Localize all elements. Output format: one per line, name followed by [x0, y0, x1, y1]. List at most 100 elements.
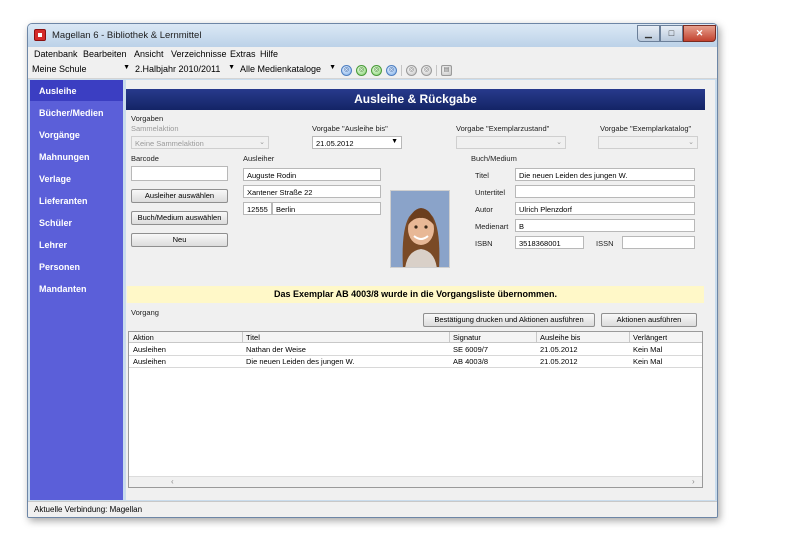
catalog-select[interactable]: Alle Medienkataloge ▼ — [240, 64, 338, 77]
sidebar-item-mahnungen[interactable]: Mahnungen — [30, 146, 123, 167]
sidebar-item-mandanten[interactable]: Mandanten — [30, 278, 123, 299]
medium-title-field[interactable]: Die neuen Leiden des jungen W. — [515, 168, 695, 181]
sammelaktion-select[interactable]: Keine Sammelaktion ⌄ — [131, 136, 269, 149]
menu-extras[interactable]: Extras — [230, 49, 256, 59]
chevron-down-icon: ⌄ — [259, 139, 265, 146]
column-header-ausleihe-bis[interactable]: Ausleihe bis — [540, 333, 580, 342]
borrower-name-field[interactable]: Auguste Rodin — [243, 168, 381, 181]
period-select[interactable]: 2.Halbjahr 2010/2011 ▼ — [135, 64, 237, 77]
cell-signatur: AB 4003/8 — [453, 357, 489, 366]
sidebar-nav: Ausleihe Bücher/Medien Vorgänge Mahnunge… — [30, 80, 123, 500]
cell-titel: Die neuen Leiden des jungen W. — [246, 357, 355, 366]
cell-aktion: Ausleihen — [133, 345, 166, 354]
exemplarkatalog-select[interactable]: ⌄ — [598, 136, 698, 149]
column-header-titel[interactable]: Titel — [246, 333, 260, 342]
sidebar-item-buecher-medien[interactable]: Bücher/Medien — [30, 102, 123, 123]
status-notice: Das Exemplar AB 4003/8 wurde in die Vorg… — [127, 286, 704, 303]
sidebar-item-schueler[interactable]: Schüler — [30, 212, 123, 233]
scroll-right-icon[interactable]: › — [692, 477, 695, 486]
toolbar-divider — [401, 65, 402, 76]
info-icon[interactable]: ◎ — [386, 65, 397, 76]
menu-hilfe[interactable]: Hilfe — [260, 49, 278, 59]
medium-section-label: Buch/Medium — [471, 154, 517, 163]
table-row[interactable]: Ausleihen Nathan der Weise SE 6009/7 21.… — [129, 344, 702, 356]
autor-label: Autor — [475, 205, 493, 214]
cell-ausleihe-bis: 21.05.2012 — [540, 345, 578, 354]
toolbar-divider — [436, 65, 437, 76]
titel-label: Titel — [475, 171, 489, 180]
table-row[interactable]: Ausleihen Die neuen Leiden des jungen W.… — [129, 356, 702, 368]
medium-type-field[interactable]: B — [515, 219, 695, 232]
cell-titel: Nathan der Weise — [246, 345, 306, 354]
vorgaben-label: Vorgaben — [131, 114, 164, 123]
select-medium-button[interactable]: Buch/Medium auswählen — [131, 211, 228, 225]
stop-icon[interactable]: ◎ — [406, 65, 417, 76]
column-header-verlaengert[interactable]: Verlängert — [633, 333, 667, 342]
ausleihe-bis-datepicker[interactable]: 21.05.2012 ▼ — [312, 136, 402, 149]
status-bar: Aktuelle Verbindung: Magellan — [28, 501, 717, 517]
exemplarkatalog-label: Vorgabe "Exemplarkatalog" — [600, 124, 692, 133]
sidebar-item-lieferanten[interactable]: Lieferanten — [30, 190, 123, 211]
issn-label: ISSN — [596, 239, 614, 248]
execute-actions-button[interactable]: Aktionen ausführen — [601, 313, 697, 327]
medienart-label: Medienart — [475, 222, 509, 231]
school-select[interactable]: Meine Schule ▼ — [32, 64, 132, 77]
column-header-aktion[interactable]: Aktion — [133, 333, 154, 342]
sidebar-item-personen[interactable]: Personen — [30, 256, 123, 277]
borrower-photo — [390, 190, 450, 268]
medium-subtitle-field[interactable] — [515, 185, 695, 198]
go-forward-icon[interactable]: ◎ — [371, 65, 382, 76]
column-header-signatur[interactable]: Signatur — [453, 333, 481, 342]
maximize-button[interactable]: □ — [660, 25, 683, 42]
menu-verzeichnisse[interactable]: Verzeichnisse — [171, 49, 227, 59]
connection-status: Aktuelle Verbindung: Magellan — [34, 505, 143, 514]
barcode-label: Barcode — [131, 154, 159, 163]
cell-aktion: Ausleihen — [133, 357, 166, 366]
print-icon[interactable]: ▤ — [441, 65, 452, 76]
title-bar[interactable]: Magellan 6 - Bibliothek & Lernmittel ▁ □… — [28, 24, 717, 47]
chevron-down-icon: ⌄ — [688, 139, 694, 146]
exemplarzustand-select[interactable]: ⌄ — [456, 136, 566, 149]
toolbar: Meine Schule ▼ 2.Halbjahr 2010/2011 ▼ Al… — [28, 62, 717, 79]
menu-bearbeiten[interactable]: Bearbeiten — [83, 49, 127, 59]
menu-ansicht[interactable]: Ansicht — [134, 49, 164, 59]
issn-field[interactable] — [622, 236, 695, 249]
exemplarzustand-label: Vorgabe "Exemplarzustand" — [456, 124, 550, 133]
horizontal-scrollbar[interactable]: ‹ › — [129, 476, 702, 487]
table-header: Aktion Titel Signatur Ausleihe bis Verlä… — [129, 332, 702, 343]
close-button[interactable]: ✕ — [683, 25, 716, 42]
sidebar-item-vorgaenge[interactable]: Vorgänge — [30, 124, 123, 145]
isbn-label: ISBN — [475, 239, 493, 248]
chevron-down-icon: ▼ — [329, 64, 336, 71]
medium-author-field[interactable]: Ulrich Plenzdorf — [515, 202, 695, 215]
clear-icon[interactable]: ◎ — [421, 65, 432, 76]
barcode-input[interactable] — [131, 166, 228, 181]
sidebar-item-verlage[interactable]: Verlage — [30, 168, 123, 189]
sidebar-item-ausleihe[interactable]: Ausleihe — [30, 80, 123, 101]
borrower-street-field[interactable]: Xantener Straße 22 — [243, 185, 381, 198]
chevron-down-icon: ⌄ — [556, 139, 562, 146]
column-divider — [242, 332, 243, 343]
refresh-icon[interactable]: ◎ — [341, 65, 352, 76]
main-panel: Ausleihe & Rückgabe Vorgaben Sammelaktio… — [126, 80, 715, 500]
menu-datenbank[interactable]: Datenbank — [34, 49, 78, 59]
new-button[interactable]: Neu — [131, 233, 228, 247]
print-and-execute-button[interactable]: Bestätigung drucken und Aktionen ausführ… — [423, 313, 595, 327]
vorgang-table[interactable]: Aktion Titel Signatur Ausleihe bis Verlä… — [128, 331, 703, 488]
select-borrower-button[interactable]: Ausleiher auswählen — [131, 189, 228, 203]
app-icon — [34, 29, 46, 41]
minimize-button[interactable]: ▁ — [637, 25, 660, 42]
chevron-down-icon: ▼ — [228, 64, 235, 71]
sidebar-item-lehrer[interactable]: Lehrer — [30, 234, 123, 255]
untertitel-label: Untertitel — [475, 188, 506, 197]
cell-signatur: SE 6009/7 — [453, 345, 489, 354]
ausleihe-bis-label: Vorgabe "Ausleihe bis" — [312, 124, 388, 133]
cell-verlaengert: Kein Mal — [633, 357, 663, 366]
borrower-zip-field[interactable]: 12555 — [243, 202, 272, 215]
scroll-left-icon[interactable]: ‹ — [171, 477, 174, 486]
chevron-down-icon: ▼ — [123, 64, 130, 71]
isbn-field[interactable]: 3518368001 — [515, 236, 584, 249]
go-icon[interactable]: ◎ — [356, 65, 367, 76]
borrower-city-field[interactable]: Berlin — [272, 202, 381, 215]
column-divider — [536, 332, 537, 343]
